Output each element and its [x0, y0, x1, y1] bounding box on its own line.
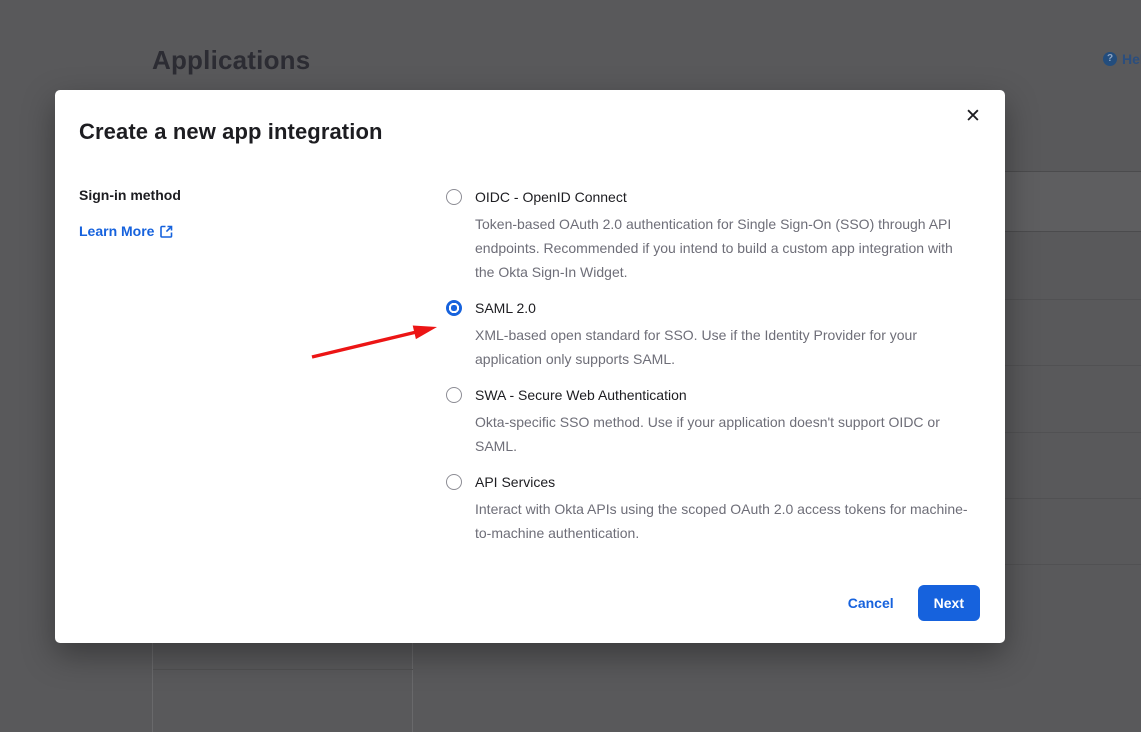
dialog-title: Create a new app integration	[79, 119, 383, 145]
radio-saml[interactable]	[446, 300, 462, 316]
sign-in-method-options: OIDC - OpenID Connect Token-based OAuth …	[446, 187, 969, 559]
background-table-header	[1005, 171, 1141, 232]
radio-api-services[interactable]	[446, 474, 462, 490]
learn-more-label: Learn More	[79, 223, 154, 239]
background-row-divider	[1005, 365, 1141, 366]
sign-in-method-label: Sign-in method	[79, 187, 419, 203]
help-icon: ?	[1103, 52, 1117, 66]
background-row-divider	[1005, 564, 1141, 565]
cancel-button[interactable]: Cancel	[848, 595, 894, 611]
dialog-footer: Cancel Next	[848, 585, 980, 621]
option-description: Token-based OAuth 2.0 authentication for…	[475, 212, 970, 284]
page-title: Applications	[152, 45, 310, 76]
option-label: OIDC - OpenID Connect	[475, 187, 627, 207]
option-description: Okta-specific SSO method. Use if your ap…	[475, 410, 970, 458]
option-description: Interact with Okta APIs using the scoped…	[475, 497, 970, 545]
background-panel-border	[152, 643, 153, 732]
create-app-integration-dialog: ✕ Create a new app integration Sign-in m…	[55, 90, 1005, 643]
background-row-divider	[1005, 299, 1141, 300]
background-panel-border	[412, 643, 413, 732]
help-link[interactable]: ? Help	[1103, 51, 1141, 67]
radio-oidc[interactable]	[446, 189, 462, 205]
background-panel-divider	[153, 669, 413, 670]
next-button[interactable]: Next	[918, 585, 980, 621]
radio-swa[interactable]	[446, 387, 462, 403]
learn-more-link[interactable]: Learn More	[79, 223, 173, 239]
background-row-divider	[1005, 498, 1141, 499]
help-label: Help	[1122, 51, 1141, 67]
background-row-divider	[1005, 432, 1141, 433]
option-saml: SAML 2.0 XML-based open standard for SSO…	[446, 298, 969, 371]
option-api-services: API Services Interact with Okta APIs usi…	[446, 472, 969, 545]
close-icon[interactable]: ✕	[957, 100, 989, 132]
option-label: SWA - Secure Web Authentication	[475, 385, 687, 405]
external-link-icon	[160, 225, 173, 238]
option-description: XML-based open standard for SSO. Use if …	[475, 323, 970, 371]
option-oidc: OIDC - OpenID Connect Token-based OAuth …	[446, 187, 969, 284]
option-label: API Services	[475, 472, 555, 492]
dialog-sidebar: Sign-in method Learn More	[79, 187, 419, 241]
option-swa: SWA - Secure Web Authentication Okta-spe…	[446, 385, 969, 458]
option-label: SAML 2.0	[475, 298, 536, 318]
